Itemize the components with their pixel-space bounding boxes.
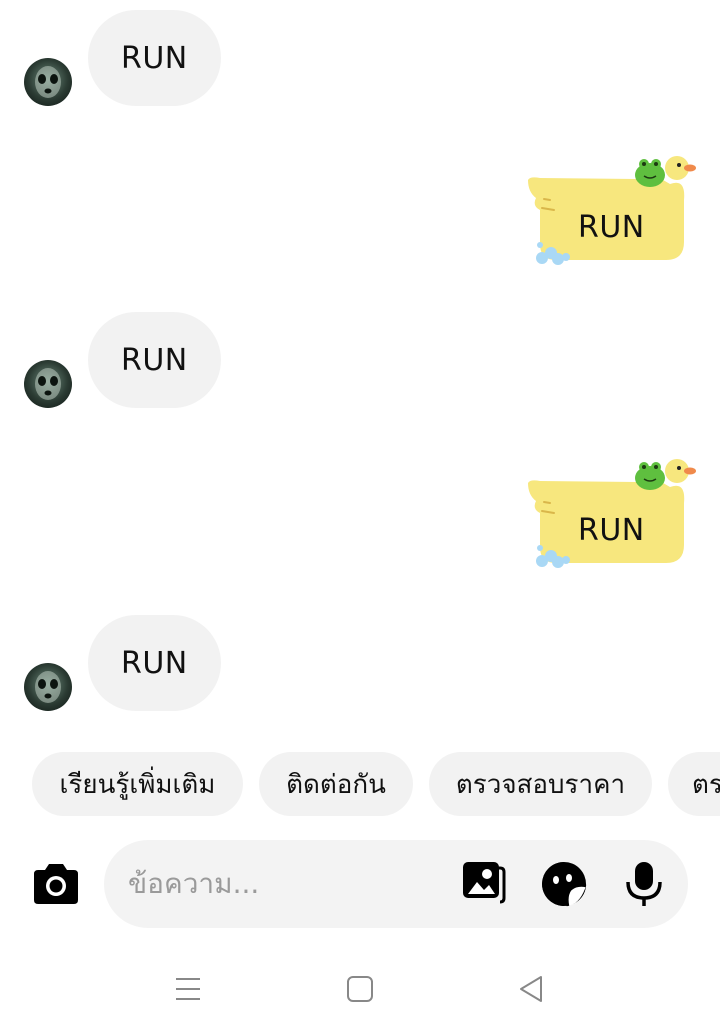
incoming-message: RUN <box>0 605 720 711</box>
back-icon[interactable] <box>515 972 549 1006</box>
system-navigation-bar <box>0 960 720 1020</box>
sticker-icon[interactable] <box>540 860 588 908</box>
message-input[interactable]: ข้อความ... <box>104 840 688 928</box>
gallery-icon[interactable] <box>460 860 508 908</box>
contact-avatar[interactable] <box>24 58 72 106</box>
home-icon[interactable] <box>343 972 377 1006</box>
camera-icon[interactable] <box>30 860 82 908</box>
message-placeholder: ข้อความ... <box>128 867 260 900</box>
message-bubble[interactable]: RUN <box>88 615 221 711</box>
message-bubble[interactable]: RUN <box>88 10 221 106</box>
quick-reply-contact[interactable]: ติดต่อกัน <box>259 752 413 816</box>
quick-replies: เรียนรู้เพิ่มเติม ติดต่อกัน ตรวจสอบราคา … <box>0 752 720 816</box>
quick-reply-check-price[interactable]: ตรวจสอบราคา <box>429 752 652 816</box>
contact-avatar[interactable] <box>24 663 72 711</box>
outgoing-message[interactable]: RUN <box>520 455 710 585</box>
incoming-message: RUN <box>0 0 720 106</box>
contact-avatar[interactable] <box>24 360 72 408</box>
outgoing-message[interactable]: RUN <box>520 152 710 282</box>
incoming-message: RUN <box>0 302 720 408</box>
message-text: RUN <box>578 210 645 245</box>
quick-reply-learn-more[interactable]: เรียนรู้เพิ่มเติม <box>32 752 243 816</box>
message-composer: ข้อความ... <box>0 838 720 930</box>
message-bubble[interactable]: RUN <box>88 312 221 408</box>
menu-icon[interactable] <box>171 972 205 1006</box>
microphone-icon[interactable] <box>620 860 668 908</box>
message-text: RUN <box>578 513 645 548</box>
quick-reply-partial[interactable]: ตร <box>668 752 720 816</box>
